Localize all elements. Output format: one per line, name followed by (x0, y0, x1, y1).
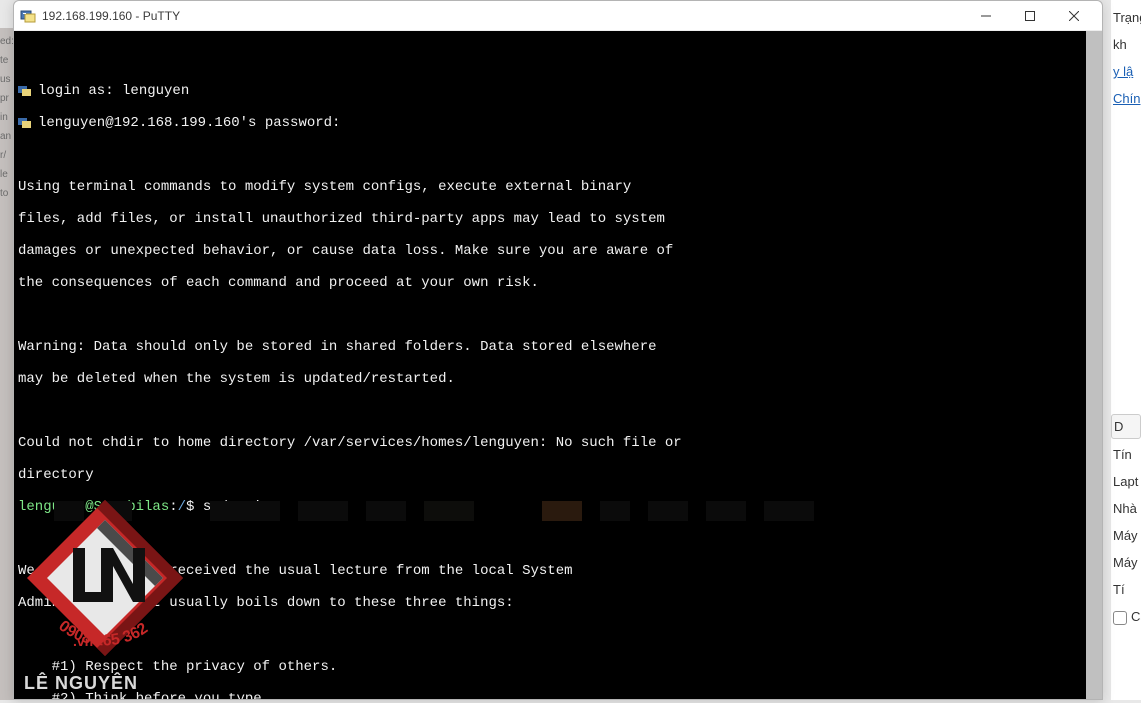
terminal-text: damages or unexpected behavior, or cause… (18, 243, 1102, 259)
bg-item: y lậ (1111, 58, 1141, 85)
terminal-text: #1) Respect the privacy of others. (18, 659, 1102, 675)
terminal-text: may be deleted when the system is update… (18, 371, 1102, 387)
terminal-text: files, add files, or install unauthorize… (18, 211, 1102, 227)
terminal-text: the consequences of each command and pro… (18, 275, 1102, 291)
terminal-text: Administrator. It usually boils down to … (18, 595, 1102, 611)
background-right-panel: Trạng thái Bản n kh y lậ Chín D Tín Lapt… (1111, 0, 1141, 700)
close-button[interactable] (1052, 2, 1096, 30)
maximize-button[interactable] (1008, 2, 1052, 30)
terminal-text: Using terminal commands to modify system… (18, 179, 1102, 195)
terminal-text: lenguyen@192.168.199.160's password: (38, 115, 340, 131)
terminal-text: #2) Think before you type. (18, 691, 1102, 699)
terminal-text: We trust you have received the usual lec… (18, 563, 1102, 579)
window-title: 192.168.199.160 - PuTTY (42, 9, 180, 23)
checkbox-icon (1113, 611, 1127, 625)
terminal-text: directory (18, 467, 1102, 483)
bg-item: Máy (1111, 522, 1141, 549)
bg-item: Máy (1111, 549, 1141, 576)
bg-item: kh (1111, 31, 1141, 58)
bg-item: Lapt (1111, 468, 1141, 495)
bg-item: Nhà (1111, 495, 1141, 522)
scrollbar[interactable] (1086, 31, 1102, 699)
terminal-area[interactable]: login as: lenguyen lenguyen@192.168.199.… (14, 31, 1102, 699)
bg-item: Trạng thái Bản n (1111, 4, 1141, 31)
bg-item: Tín (1111, 441, 1141, 468)
redaction-block (54, 561, 84, 581)
prompt-session-icon (18, 116, 32, 128)
titlebar[interactable]: 192.168.199.160 - PuTTY (14, 1, 1102, 31)
bg-item: Chín (1111, 85, 1141, 112)
minimize-button[interactable] (964, 2, 1008, 30)
bg-item: Cài Win Tại Nhà (1131, 609, 1141, 624)
terminal-text: Warning: Data should only be stored in s… (18, 339, 1102, 355)
bg-item: D (1111, 414, 1141, 439)
terminal-text: Could not chdir to home directory /var/s… (18, 435, 1102, 451)
terminal-text: login as: lenguyen (38, 83, 189, 99)
redaction-row (54, 501, 814, 521)
scrollbar-thumb[interactable] (1086, 31, 1102, 699)
putty-window: 192.168.199.160 - PuTTY login as: lenguy… (13, 0, 1103, 700)
prompt-session-icon (18, 84, 32, 96)
bg-item: Tí (1111, 576, 1141, 603)
putty-icon (20, 8, 36, 24)
